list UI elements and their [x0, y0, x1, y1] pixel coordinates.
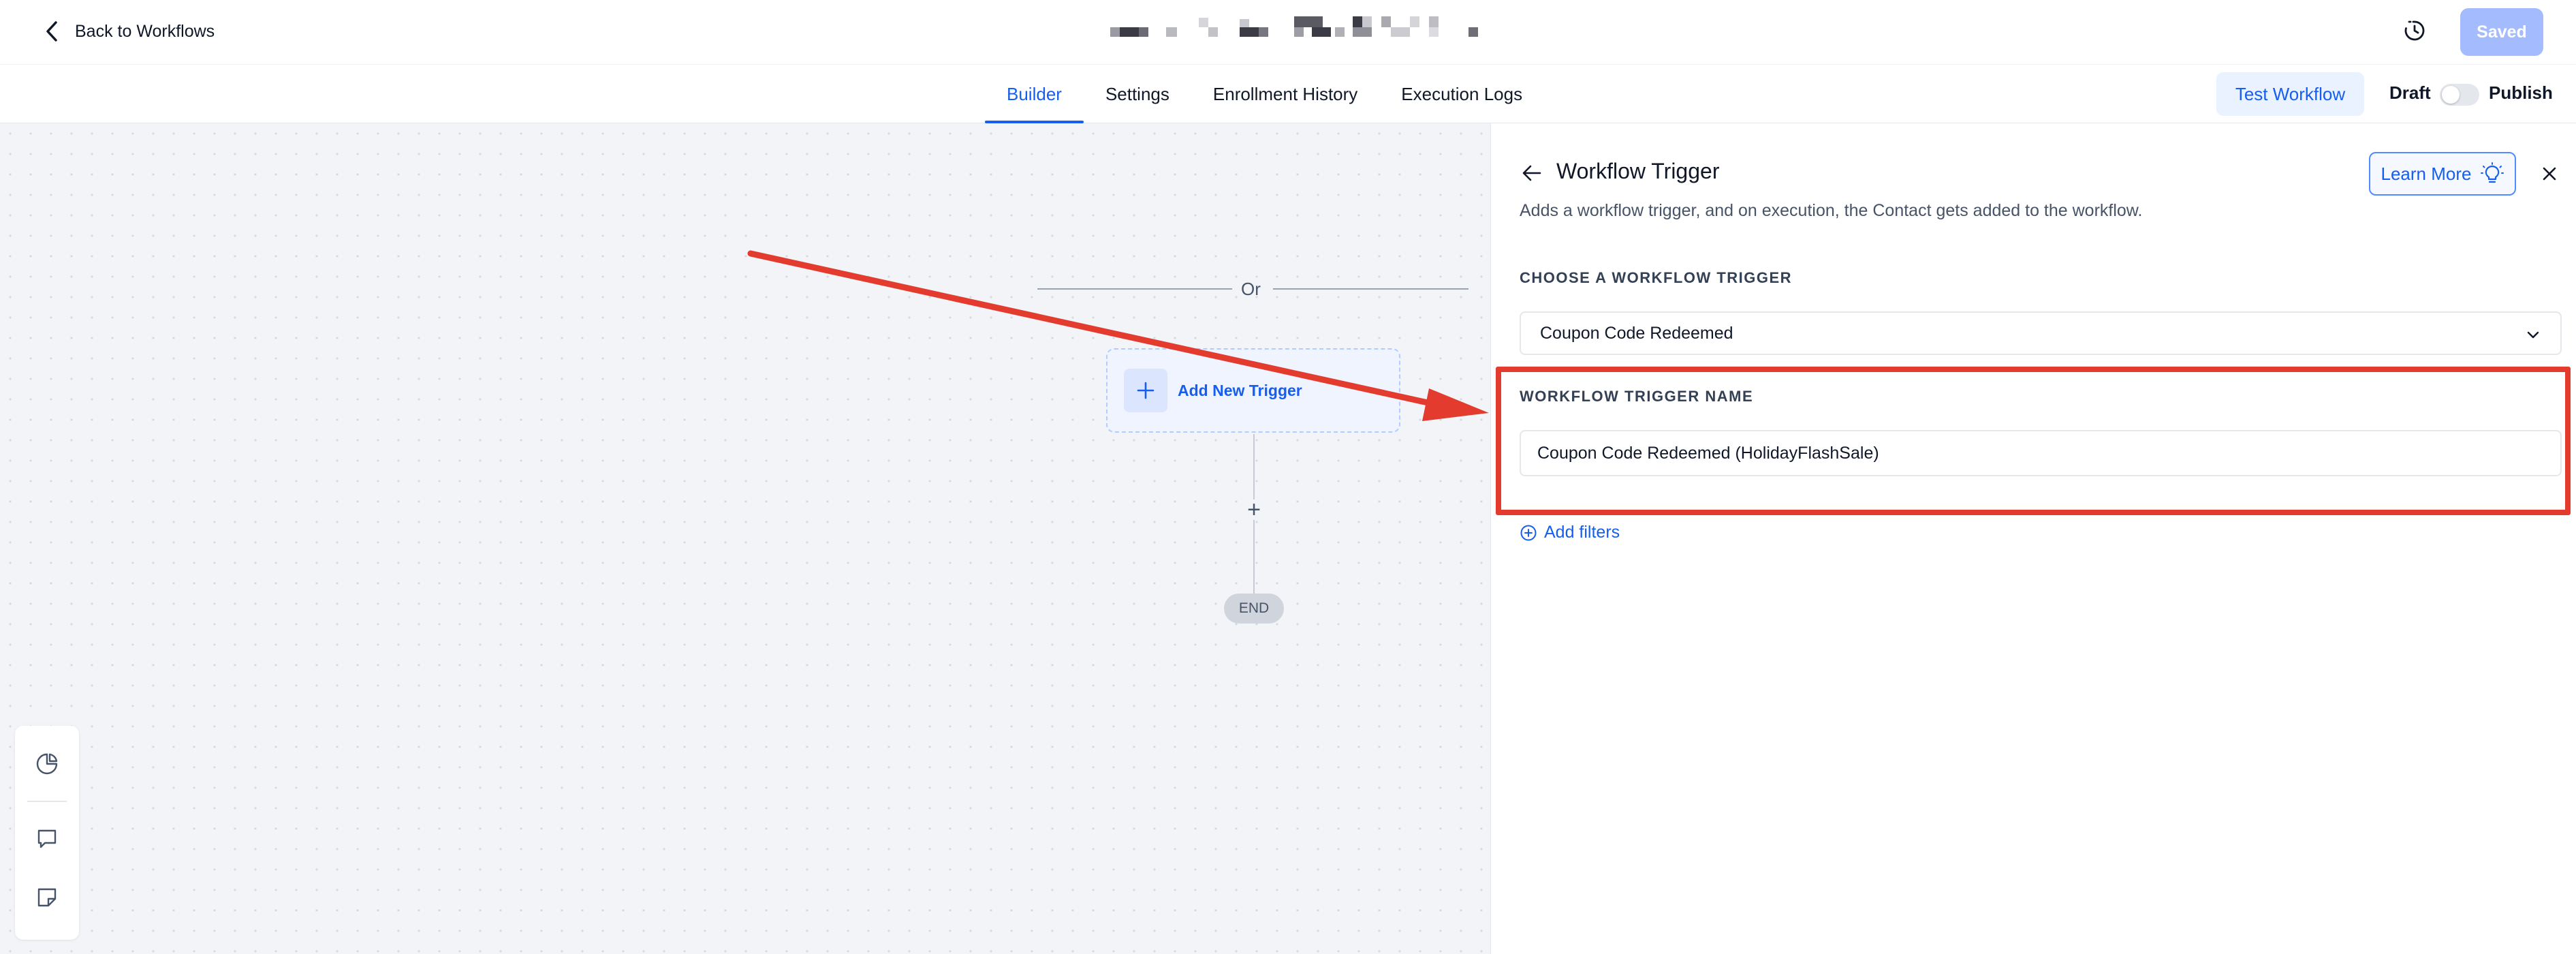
test-workflow-button[interactable]: Test Workflow: [2216, 72, 2364, 116]
or-divider-right: [1273, 288, 1468, 290]
workflow-tabs: Builder Settings Enrollment History Exec…: [985, 65, 1544, 123]
history-icon: [2404, 20, 2425, 41]
learn-more-button[interactable]: Learn More: [2369, 152, 2516, 196]
plus-icon: [1137, 382, 1155, 399]
end-node: END: [1224, 594, 1284, 624]
pie-chart-icon: [36, 753, 58, 775]
selected-trigger-value: Coupon Code Redeemed: [1540, 323, 1733, 343]
saved-button[interactable]: Saved: [2460, 8, 2543, 56]
chevron-down-icon: [2527, 331, 2539, 339]
trigger-type-select[interactable]: Coupon Code Redeemed: [1520, 311, 2562, 355]
comments-tool-button[interactable]: [33, 825, 61, 852]
toggle-knob: [2442, 86, 2460, 104]
add-new-trigger-card[interactable]: Add New Trigger: [1106, 348, 1400, 433]
plus-circle-icon: [1520, 525, 1537, 540]
or-label: Or: [1241, 279, 1261, 299]
back-to-workflows-link[interactable]: Back to Workflows: [42, 18, 215, 45]
choose-trigger-label: CHOOSE A WORKFLOW TRIGGER: [1520, 269, 1793, 286]
add-filters-label: Add filters: [1544, 523, 1620, 542]
sticky-note-icon: [37, 888, 57, 907]
tab-builder[interactable]: Builder: [985, 65, 1084, 123]
arrow-left-icon[interactable]: [1520, 161, 1544, 185]
stats-tool-button[interactable]: [33, 750, 61, 778]
tab-enrollment-history[interactable]: Enrollment History: [1191, 65, 1379, 123]
add-trigger-label: Add New Trigger: [1178, 382, 1302, 399]
top-bar: Back to Workflows Saved: [0, 0, 2576, 65]
chevron-left-icon: [46, 21, 57, 42]
tab-settings[interactable]: Settings: [1084, 65, 1191, 123]
add-action-button[interactable]: +: [1244, 497, 1264, 523]
panel-description: Adds a workflow trigger, and on executio…: [1520, 201, 2143, 220]
canvas-side-toolbar: [15, 726, 79, 940]
sticky-note-tool-button[interactable]: [33, 884, 61, 911]
annotation-highlight-box: [1496, 367, 2571, 515]
version-history-button[interactable]: [2401, 17, 2428, 44]
workflow-trigger-panel: Workflow Trigger Learn More Adds a workf…: [1490, 123, 2576, 954]
tabs-bar: Builder Settings Enrollment History Exec…: [0, 65, 2576, 123]
add-trigger-plus-box: [1124, 369, 1167, 412]
toolbar-divider: [27, 801, 67, 802]
learn-more-label: Learn More: [2381, 163, 2472, 184]
draft-label: Draft: [2389, 82, 2431, 103]
comment-icon: [37, 829, 57, 848]
close-icon[interactable]: [2539, 163, 2560, 185]
tab-execution-logs[interactable]: Execution Logs: [1379, 65, 1544, 123]
add-filters-button[interactable]: Add filters: [1520, 523, 1620, 542]
workflow-canvas[interactable]: Or Add New Trigger + END: [0, 123, 1490, 954]
lightbulb-icon: [2481, 162, 2504, 183]
publish-toggle[interactable]: [2440, 84, 2479, 106]
or-divider-left: [1037, 288, 1232, 290]
back-label: Back to Workflows: [75, 21, 215, 41]
panel-title: Workflow Trigger: [1556, 159, 1720, 183]
publish-label: Publish: [2489, 82, 2553, 103]
workflow-title-redacted: [1110, 14, 1492, 46]
